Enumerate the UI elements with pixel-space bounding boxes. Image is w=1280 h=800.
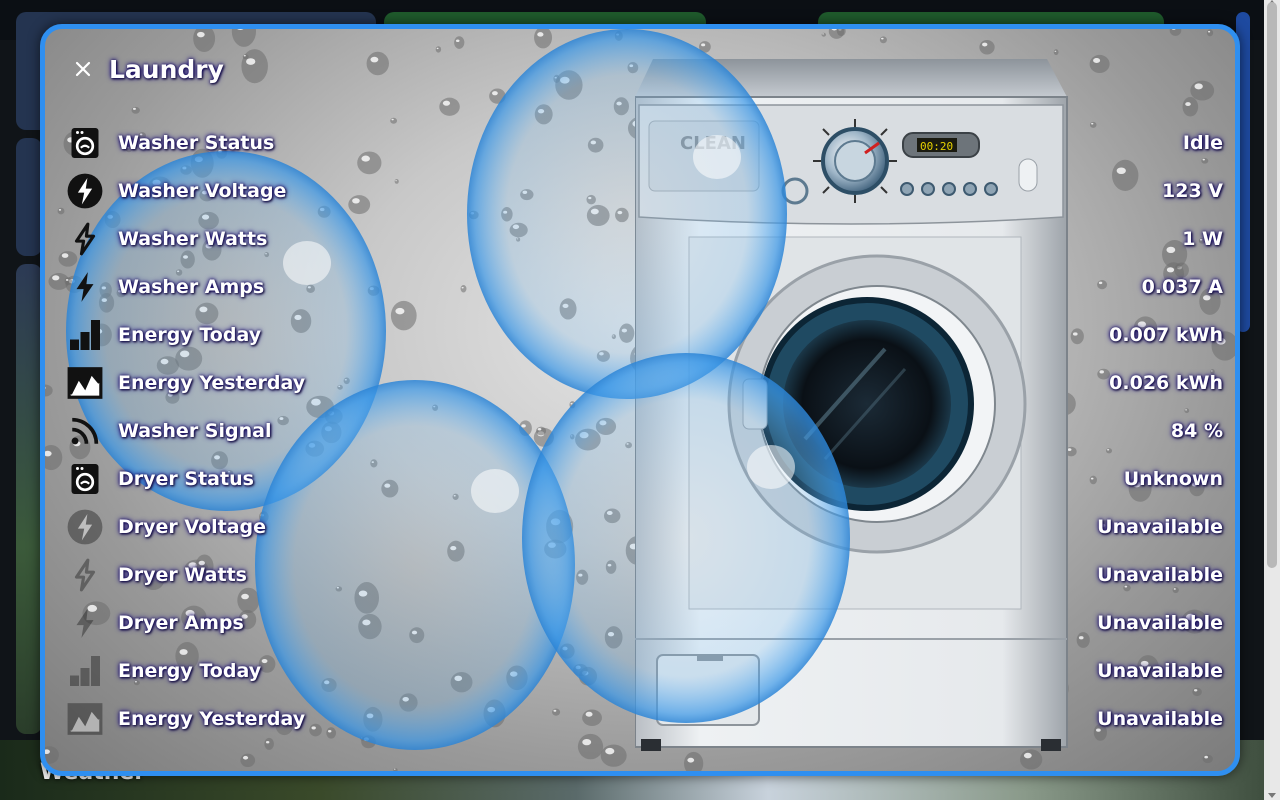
entity-state: Unavailable — [1097, 516, 1223, 538]
entity-state: 1 W — [1182, 228, 1223, 250]
entity-row[interactable]: Energy Yesterday Unavailable — [65, 695, 1223, 743]
water-droplet — [613, 97, 629, 116]
water-droplet — [1169, 29, 1182, 36]
entity-label: Dryer Watts — [118, 564, 247, 586]
water-droplet — [828, 29, 845, 39]
entity-label: Energy Today — [118, 324, 262, 346]
close-button[interactable] — [71, 57, 95, 81]
water-droplet — [1089, 54, 1110, 74]
entity-row[interactable]: Energy Today 0.007 kWh — [65, 311, 1223, 359]
entity-label: Energy Today — [118, 660, 262, 682]
entity-state: 0.007 kWh — [1109, 324, 1223, 346]
entity-row[interactable]: Washer Signal 84 % — [65, 407, 1223, 455]
flash-circle-icon — [65, 171, 105, 211]
dialog-header: Laundry — [71, 49, 224, 89]
water-droplet — [435, 46, 442, 53]
close-icon[interactable] — [75, 61, 91, 77]
flash-outline-icon — [65, 555, 105, 595]
entity-label: Washer Amps — [118, 276, 265, 298]
water-droplet — [1182, 97, 1199, 117]
entity-state: 84 % — [1170, 420, 1223, 442]
chart-areaspline-icon — [65, 363, 105, 403]
water-droplet — [45, 384, 53, 397]
entity-label: Washer Signal — [118, 420, 272, 442]
flash-icon — [65, 603, 105, 643]
page-scrollbar[interactable] — [1264, 0, 1280, 800]
entity-row[interactable]: Washer Status Idle — [65, 119, 1223, 167]
water-droplet — [393, 768, 398, 771]
washing-machine-icon — [65, 123, 105, 163]
water-droplet — [1206, 29, 1214, 37]
entity-row[interactable]: Energy Today Unavailable — [65, 647, 1223, 695]
water-droplet — [231, 29, 257, 47]
water-droplet — [614, 31, 623, 41]
entity-row[interactable]: Washer Voltage 123 V — [65, 167, 1223, 215]
water-droplet — [242, 54, 249, 60]
water-droplet — [555, 70, 583, 100]
entity-label: Dryer Amps — [118, 612, 244, 634]
entity-row[interactable]: Dryer Watts Unavailable — [65, 551, 1223, 599]
water-droplet — [454, 36, 465, 49]
tumble-dryer-icon — [65, 459, 105, 499]
scrollbar-thumb[interactable] — [1267, 2, 1277, 568]
background-card[interactable] — [16, 138, 42, 256]
entity-label: Dryer Voltage — [118, 516, 267, 538]
chart-areaspline-icon — [65, 699, 105, 739]
entity-row[interactable]: Dryer Status Unknown — [65, 455, 1223, 503]
entity-label: Washer Voltage — [118, 180, 287, 202]
entity-label: Washer Status — [118, 132, 275, 154]
water-droplet — [241, 49, 268, 84]
entity-label: Energy Yesterday — [118, 372, 306, 394]
entity-label: Washer Watts — [118, 228, 268, 250]
entity-state: Idle — [1182, 132, 1223, 154]
bar-chart-icon — [65, 315, 105, 355]
water-droplet — [57, 207, 65, 215]
water-droplet — [553, 74, 560, 83]
entity-row[interactable]: Washer Amps 0.037 A — [65, 263, 1223, 311]
entity-state: Unavailable — [1097, 708, 1223, 730]
wifi-signal-icon — [65, 411, 105, 451]
water-droplet — [879, 36, 887, 44]
water-droplet — [240, 753, 256, 768]
water-droplet — [439, 97, 460, 116]
water-droplet — [821, 32, 826, 37]
entity-row[interactable]: Dryer Amps Unavailable — [65, 599, 1223, 647]
entity-state: 0.026 kWh — [1109, 372, 1223, 394]
bar-chart-icon — [65, 651, 105, 691]
water-droplet — [131, 106, 140, 114]
water-droplet — [1190, 80, 1215, 101]
entity-state: Unknown — [1123, 468, 1223, 490]
entity-state: Unavailable — [1097, 612, 1223, 634]
water-droplet — [534, 29, 553, 49]
entity-state: Unavailable — [1097, 564, 1223, 586]
water-droplet — [1202, 754, 1213, 764]
flash-circle-icon — [65, 507, 105, 547]
background-card[interactable] — [16, 264, 42, 734]
water-droplet — [366, 51, 389, 76]
dialog-title: Laundry — [109, 54, 224, 84]
flash-icon — [65, 267, 105, 307]
water-droplet — [45, 444, 63, 471]
entity-list: Washer Status Idle Washer Voltage 123 V Wash… — [65, 119, 1223, 743]
scroll-down-icon[interactable] — [1268, 793, 1276, 798]
entity-state: Unavailable — [1097, 660, 1223, 682]
water-droplet — [600, 744, 627, 767]
entity-row[interactable]: Washer Watts 1 W — [65, 215, 1223, 263]
laundry-dialog: CLEAN 00:20 Laundry Washer Status Idle W… — [40, 24, 1240, 776]
entity-row[interactable]: Energy Yesterday 0.026 kWh — [65, 359, 1223, 407]
water-droplet — [45, 746, 59, 764]
water-droplet — [489, 88, 506, 104]
entity-label: Energy Yesterday — [118, 708, 306, 730]
entity-state: 123 V — [1162, 180, 1223, 202]
entity-row[interactable]: Dryer Voltage Unavailable — [65, 503, 1223, 551]
flash-outline-icon — [65, 219, 105, 259]
entity-state: 0.037 A — [1141, 276, 1223, 298]
entity-label: Dryer Status — [118, 468, 254, 490]
